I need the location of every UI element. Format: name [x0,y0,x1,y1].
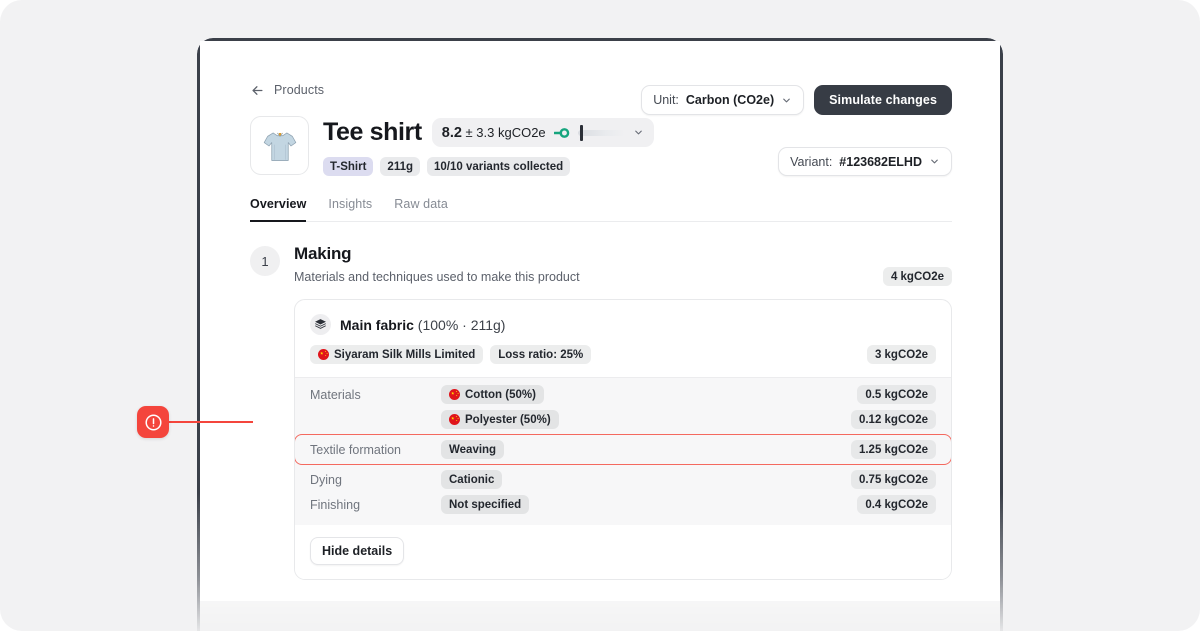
variant-select-value: #123682ELHD [839,154,922,169]
table-row: Polyester (50%) 0.12 kgCO2e [295,407,951,432]
section-total-co2: 4 kgCO2e [882,267,952,286]
product-thumbnail [250,116,309,175]
fabric-card: Main fabric (100% · 211g) Siyaram Silk M… [294,299,952,580]
badge-variants: 10/10 variants collected [427,157,571,176]
chevron-down-icon [633,127,644,138]
row-label-dying: Dying [310,472,342,487]
supplier-chip[interactable]: Siyaram Silk Mills Limited [310,345,484,364]
chevron-down-icon [929,156,940,167]
row-co2-finishing: 0.4 kgCO2e [857,495,936,514]
row-co2-dying: 0.75 kgCO2e [850,470,936,489]
material-chip-polyester-label: Polyester (50%) [465,413,551,426]
page-title: Tee shirt [323,117,422,146]
china-flag-icon [449,389,460,400]
carbon-score-value: 8.2 ± 3.3 kgCO2e [442,125,546,141]
fabric-detail-rows: Materials Cotton (50%) 0.5 kgCO2e Polyes… [295,377,951,525]
tab-bar: Overview Insights Raw data [250,197,952,222]
app-viewport: Products Unit: Carbon (CO2e) Simulate ch… [200,41,1000,601]
row-value: Cotton (50%) [441,385,857,404]
breadcrumb-label: Products [274,83,325,97]
dying-chip[interactable]: Cationic [441,470,503,489]
product-badges: T-Shirt 211g 10/10 variants collected [323,157,654,176]
table-row: Finishing Not specified 0.4 kgCO2e [295,492,951,517]
top-controls: Unit: Carbon (CO2e) Simulate changes [641,85,952,115]
section-title: Making [294,244,352,263]
fabric-card-header: Main fabric (100% · 211g) Siyaram Silk M… [295,300,951,377]
textile-formation-chip[interactable]: Weaving [441,440,505,459]
row-value: Polyester (50%) [441,410,851,429]
product-title-row: Tee shirt 8.2 ± 3.3 kgCO2e [323,118,654,147]
fabric-card-footer: Hide details [295,525,951,579]
row-label-materials: Materials [310,387,361,402]
arrow-left-icon [250,83,265,98]
chevron-down-icon [781,95,792,106]
tab-overview[interactable]: Overview [250,197,307,222]
material-chip-polyester[interactable]: Polyester (50%) [441,410,559,429]
badge-category: T-Shirt [323,157,374,176]
variant-select-label: Variant: [790,154,833,169]
section-body: Making Materials and techniques used to … [294,244,952,580]
carbon-score-margin: ± 3.3 kgCO2e [465,124,546,140]
fabric-title-detail: (100% · 211g) [413,316,506,333]
loss-ratio-chip: Loss ratio: 25% [490,345,592,364]
row-co2-polyester: 0.12 kgCO2e [850,410,936,429]
unit-select[interactable]: Unit: Carbon (CO2e) [641,85,805,115]
product-header: Tee shirt 8.2 ± 3.3 kgCO2e T-Shirt 211g … [250,116,952,176]
material-chip-cotton-label: Cotton (50%) [465,388,536,401]
unit-select-value: Carbon (CO2e) [685,93,775,107]
fabric-title-row: Main fabric (100% · 211g) [310,314,936,335]
row-value: Weaving [441,440,851,459]
fabric-co2: 3 kgCO2e [866,345,936,364]
table-row-highlighted: Textile formation Weaving 1.25 kgCO2e [295,434,951,465]
badge-weight: 211g [380,157,420,176]
page-content: Products Unit: Carbon (CO2e) Simulate ch… [250,81,952,580]
supplier-chip-label: Siyaram Silk Mills Limited [334,348,476,361]
unit-select-label: Unit: [653,93,679,107]
variant-select[interactable]: Variant: #123682ELHD [778,147,952,176]
annotation-marker [137,406,169,438]
finishing-chip[interactable]: Not specified [441,495,530,514]
eco-leaf-icon [553,127,570,139]
step-number: 1 [250,246,280,276]
row-co2-cotton: 0.5 kgCO2e [857,385,936,404]
breadcrumb[interactable]: Products [250,81,324,99]
carbon-score-pill[interactable]: 8.2 ± 3.3 kgCO2e [431,118,654,147]
fabric-subrow: Siyaram Silk Mills Limited Loss ratio: 2… [310,345,936,364]
fabric-title: Main fabric (100% · 211g) [340,317,505,333]
layers-icon [310,314,331,335]
carbon-score-marker [579,124,583,141]
tshirt-illustration [263,132,296,161]
row-co2-textile-formation: 1.25 kgCO2e [850,440,936,459]
carbon-score-bar [577,124,625,141]
china-flag-icon [449,414,460,425]
tab-raw-data[interactable]: Raw data [394,197,448,222]
tab-insights[interactable]: Insights [328,197,372,222]
china-flag-icon [318,349,329,360]
exclamation-circle-icon [144,413,162,431]
row-value: Cationic [441,470,851,489]
table-row: Materials Cotton (50%) 0.5 kgCO2e [295,382,951,407]
hide-details-button[interactable]: Hide details [310,537,405,565]
section-subtitle: Materials and techniques used to make th… [294,269,580,284]
fabric-title-main: Main fabric [340,316,414,333]
row-value: Not specified [441,495,857,514]
page-canvas: Products Unit: Carbon (CO2e) Simulate ch… [0,0,1200,631]
row-label-finishing: Finishing [310,497,361,512]
simulate-changes-button[interactable]: Simulate changes [814,85,952,115]
annotation-connector-line [167,421,253,423]
fabric-chips: Siyaram Silk Mills Limited Loss ratio: 2… [310,345,592,364]
section-making: 1 Making Materials and techniques used t… [250,244,952,580]
product-meta: Tee shirt 8.2 ± 3.3 kgCO2e T-Shirt 211g … [323,116,654,176]
carbon-score-number: 8.2 [441,124,462,141]
section-subtitle-row: Materials and techniques used to make th… [294,267,952,286]
table-row: Dying Cationic 0.75 kgCO2e [295,467,951,492]
row-label-textile-formation: Textile formation [310,442,402,457]
material-chip-cotton[interactable]: Cotton (50%) [441,385,544,404]
